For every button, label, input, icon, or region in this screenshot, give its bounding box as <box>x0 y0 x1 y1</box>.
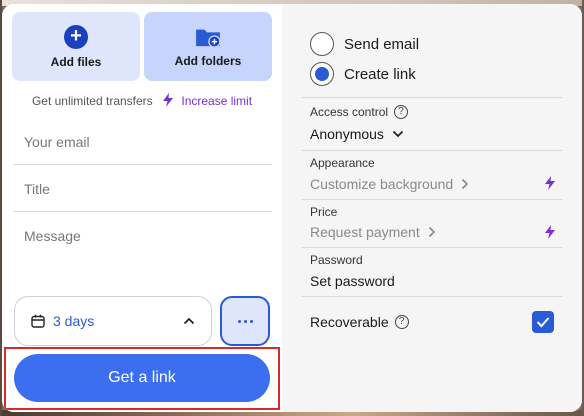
settings-divider-3 <box>302 199 562 200</box>
price-label: Price <box>310 205 338 219</box>
chevron-down-icon <box>392 130 404 138</box>
settings-divider-1 <box>302 97 562 98</box>
help-icon[interactable]: ? <box>394 105 409 119</box>
add-files-button[interactable]: + Add files <box>12 12 140 81</box>
expiry-selector[interactable]: 3 days <box>14 296 212 346</box>
chevron-right-icon <box>428 226 435 238</box>
increase-limit-link[interactable]: Increase limit <box>181 94 252 108</box>
access-control-dropdown[interactable]: Anonymous <box>310 126 404 142</box>
right-column: Send email Create link Access control ? … <box>282 4 582 412</box>
left-column: + Add files Add folders Get unlimited tr… <box>2 4 282 412</box>
title-divider <box>14 211 272 212</box>
more-options-button[interactable] <box>220 296 270 346</box>
premium-bolt-icon <box>545 225 555 239</box>
expiry-value: 3 days <box>53 313 95 329</box>
plus-circle-icon: + <box>64 24 88 49</box>
send-email-label: Send email <box>344 35 420 53</box>
chevron-up-icon <box>183 317 195 325</box>
settings-divider-2 <box>302 150 562 151</box>
email-divider <box>14 164 272 165</box>
calendar-icon <box>31 314 45 328</box>
folder-plus-icon <box>196 29 221 48</box>
premium-bolt-icon <box>545 176 555 190</box>
send-email-option[interactable]: Send email <box>310 32 419 56</box>
help-icon[interactable]: ? <box>394 315 409 329</box>
checkmark-icon <box>536 317 550 328</box>
request-payment-text: Request payment <box>310 224 420 240</box>
settings-divider-4 <box>302 247 562 248</box>
create-link-radio[interactable] <box>310 62 334 86</box>
unlimited-transfers-text: Get unlimited transfers <box>31 94 153 108</box>
email-field[interactable]: Your email <box>24 134 272 150</box>
recoverable-label: Recoverable ? <box>310 314 409 330</box>
appearance-label: Appearance <box>310 156 375 170</box>
password-field[interactable]: Set password <box>310 273 395 289</box>
get-link-button[interactable]: Get a link <box>14 354 270 402</box>
add-folders-button[interactable]: Add folders <box>144 12 272 81</box>
access-control-text: Access control <box>310 105 389 119</box>
add-files-label: Add files <box>50 54 102 69</box>
settings-divider-5 <box>302 296 562 297</box>
customize-background-text: Customize background <box>310 176 454 192</box>
customize-background-link[interactable]: Customize background <box>310 176 469 192</box>
chevron-right-icon <box>462 178 469 190</box>
unlimited-transfers-row: Get unlimited transfers Increase limit <box>2 93 282 108</box>
request-payment-link[interactable]: Request payment <box>310 224 436 240</box>
transfer-panel: + Add files Add folders Get unlimited tr… <box>2 4 582 412</box>
password-label: Password <box>310 253 363 267</box>
message-field[interactable]: Message <box>24 228 272 288</box>
access-control-value: Anonymous <box>310 126 384 142</box>
access-control-label: Access control ? <box>310 105 409 119</box>
ellipsis-icon <box>237 319 253 323</box>
send-email-radio[interactable] <box>310 32 334 56</box>
title-field[interactable]: Title <box>24 181 272 197</box>
add-folders-label: Add folders <box>174 53 242 68</box>
create-link-option[interactable]: Create link <box>310 62 416 86</box>
recoverable-text: Recoverable <box>310 314 389 330</box>
create-link-label: Create link <box>344 65 416 83</box>
bolt-icon <box>163 93 174 107</box>
recoverable-checkbox[interactable] <box>532 311 554 333</box>
